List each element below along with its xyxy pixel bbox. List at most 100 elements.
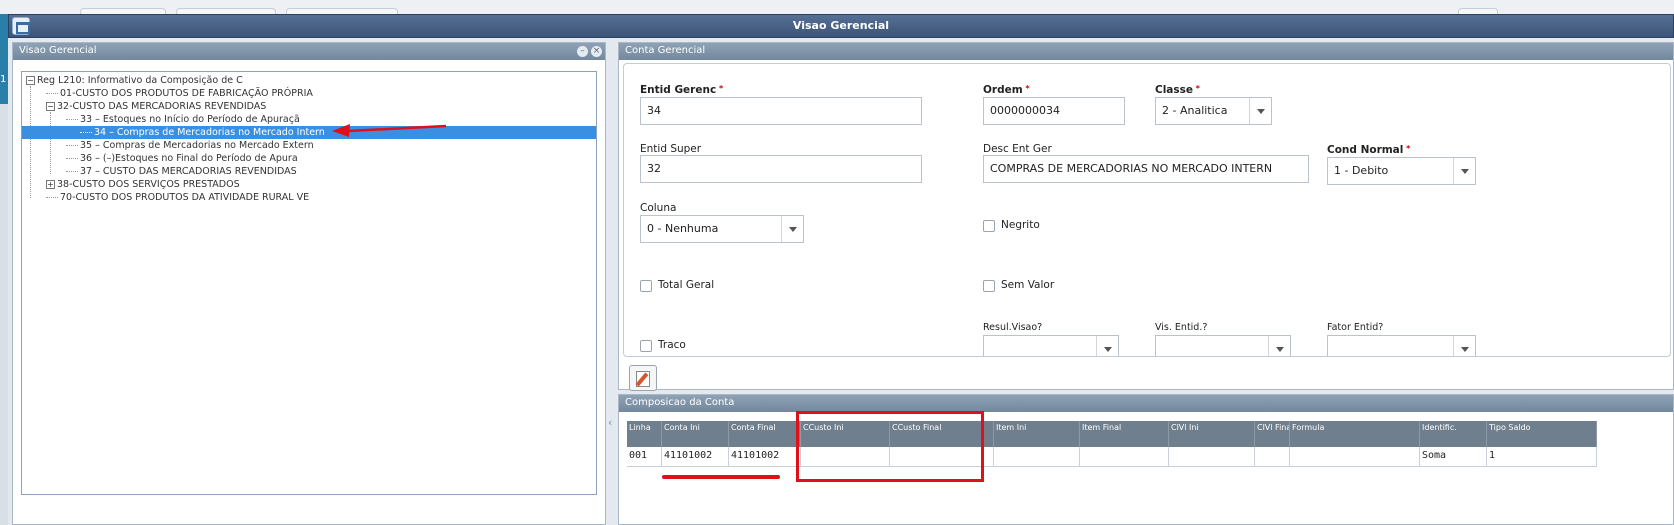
- account-tree: − Reg L210: Informativo da Composição de …: [21, 71, 597, 495]
- chevron-down-icon[interactable]: [1453, 158, 1475, 184]
- annotation-box: [796, 411, 984, 482]
- entid-gerenc-field[interactable]: 34: [640, 97, 922, 125]
- tree-node[interactable]: +38-CUSTO DOS SERVIÇOS PRESTADOS: [46, 178, 240, 191]
- coluna-select[interactable]: 0 - Nenhuma: [640, 215, 804, 243]
- grid-cell[interactable]: [1290, 447, 1420, 467]
- tree-node-label: 38-CUSTO DOS SERVIÇOS PRESTADOS: [57, 179, 240, 190]
- tree-node[interactable]: 34 – Compras de Mercadorias no Mercado I…: [22, 126, 596, 139]
- tree-node-label: 34 – Compras de Mercadorias no Mercado I…: [94, 127, 325, 138]
- checkbox-box[interactable]: [640, 340, 652, 352]
- collapse-handle[interactable]: ‹: [608, 416, 612, 429]
- window-title: Visao Gerencial: [792, 19, 890, 32]
- checkbox-box[interactable]: [640, 280, 652, 292]
- ordem-label: Ordem: [983, 84, 1030, 96]
- classe-select[interactable]: 2 - Analitica: [1155, 97, 1272, 125]
- grid-column-header[interactable]: Item Ini: [994, 421, 1080, 447]
- tree-node[interactable]: 33 – Estoques no Início do Período de Ap…: [66, 113, 300, 126]
- sem-valor-label: Sem Valor: [1001, 279, 1055, 291]
- collapse-icon[interactable]: −: [26, 76, 35, 85]
- chevron-down-icon[interactable]: [781, 216, 803, 242]
- chevron-down-icon[interactable]: [1096, 336, 1118, 356]
- tree-node[interactable]: − Reg L210: Informativo da Composição de …: [26, 74, 243, 87]
- tree-connector: [50, 112, 51, 174]
- window-titlebar: Visao Gerencial: [8, 14, 1674, 38]
- tree-node[interactable]: −32-CUSTO DAS MERCADORIAS REVENDIDAS: [46, 100, 266, 113]
- ordem-field[interactable]: 0000000034: [983, 97, 1125, 125]
- tree-branch-line: [46, 197, 58, 198]
- grid-column-header[interactable]: Linha: [627, 421, 662, 447]
- checkbox-box[interactable]: [983, 280, 995, 292]
- tree-node-label: 35 – Compras de Mercadorias no Mercado E…: [80, 140, 314, 151]
- grid-column-header[interactable]: Conta Ini: [662, 421, 729, 447]
- tree-node[interactable]: 37 – CUSTO DAS MERCADORIAS REVENDIDAS: [66, 165, 297, 178]
- resul-visao-select[interactable]: [983, 335, 1119, 356]
- cond-normal-value: 1 - Debito: [1334, 164, 1389, 177]
- grid-cell[interactable]: [1255, 447, 1290, 467]
- grid-cell[interactable]: 41101002: [662, 447, 729, 467]
- tree-branch-line: [66, 171, 78, 172]
- tree-panel-header: Visao Gerencial – ×: [13, 43, 605, 60]
- edit-icon[interactable]: [629, 365, 657, 391]
- tree-node[interactable]: 01-CUSTO DOS PRODUTOS DE FABRICAÇÃO PRÓP…: [46, 87, 313, 100]
- chevron-down-icon[interactable]: [1453, 336, 1475, 356]
- annotation-arrow: [328, 119, 448, 139]
- tree-node[interactable]: 70-CUSTO DOS PRODUTOS DA ATIVIDADE RURAL…: [46, 191, 309, 204]
- grid-column-header[interactable]: Formula: [1290, 421, 1420, 447]
- grid-cell[interactable]: 41101002: [729, 447, 801, 467]
- tree-node-label: 37 – CUSTO DAS MERCADORIAS REVENDIDAS: [80, 166, 297, 177]
- chevron-down-icon[interactable]: [1268, 336, 1290, 356]
- composition-panel-title: Composicao da Conta: [625, 397, 735, 408]
- grid-column-header[interactable]: Identific.: [1420, 421, 1487, 447]
- cond-normal-select[interactable]: 1 - Debito: [1327, 157, 1476, 185]
- tree-panel-title: Visao Gerencial: [19, 45, 97, 56]
- top-strip: [0, 0, 1674, 16]
- tree-node-label: 33 – Estoques no Início do Período de Ap…: [80, 114, 300, 125]
- checkbox-box[interactable]: [983, 220, 995, 232]
- minimize-icon[interactable]: –: [577, 46, 588, 57]
- tree-connector: [30, 86, 31, 198]
- tree-node-label: 36 – (–)Estoques no Final do Período de …: [80, 153, 298, 164]
- form-panel-title: Conta Gerencial: [625, 45, 706, 56]
- window-body: Visao Gerencial – × − Reg L210: Informati…: [8, 38, 1674, 525]
- fator-entid-select[interactable]: [1327, 335, 1476, 356]
- annotation-underline: [662, 475, 780, 479]
- grid-cell[interactable]: [1080, 447, 1169, 467]
- entid-super-field[interactable]: 32: [640, 155, 922, 183]
- tree-node-label: 32-CUSTO DAS MERCADORIAS REVENDIDAS: [57, 101, 267, 112]
- total-geral-label: Total Geral: [658, 279, 715, 291]
- entid-super-label: Entid Super: [640, 143, 702, 155]
- grid-cell[interactable]: [1169, 447, 1255, 467]
- fator-entid-label: Fator Entid?: [1327, 322, 1384, 333]
- composition-panel-header: Composicao da Conta: [619, 395, 1673, 412]
- grid-cell[interactable]: [994, 447, 1080, 467]
- cond-normal-label: Cond Normal: [1327, 144, 1410, 156]
- grid-cell[interactable]: 1: [1487, 447, 1597, 467]
- tree-node[interactable]: 36 – (–)Estoques no Final do Período de …: [66, 152, 298, 165]
- grid-column-header[interactable]: ClVl Final: [1255, 421, 1290, 447]
- tree-branch-line: [66, 145, 78, 146]
- desc-ent-ger-field[interactable]: COMPRAS DE MERCADORIAS NO MERCADO INTERN: [983, 155, 1309, 183]
- resul-visao-label: Resul.Visao?: [983, 322, 1043, 333]
- grid-cell[interactable]: Soma: [1420, 447, 1487, 467]
- tree-branch-line: [46, 93, 58, 94]
- tree-node-label: Reg L210: Informativo da Composição de C: [37, 75, 243, 86]
- traco-label: Traco: [658, 339, 686, 351]
- tree-node[interactable]: 35 – Compras de Mercadorias no Mercado E…: [66, 139, 314, 152]
- grid-cell[interactable]: 001: [627, 447, 662, 467]
- negrito-label: Negrito: [1001, 219, 1040, 231]
- grid-column-header[interactable]: Conta Final: [729, 421, 801, 447]
- desc-ent-ger-label: Desc Ent Ger: [983, 143, 1052, 155]
- coluna-label: Coluna: [640, 202, 677, 214]
- vis-entid-select[interactable]: [1155, 335, 1291, 356]
- left-edge-tab[interactable]: 1: [0, 14, 8, 104]
- expand-icon[interactable]: +: [46, 180, 55, 189]
- grid-column-header[interactable]: ClVl Ini: [1169, 421, 1255, 447]
- chevron-down-icon[interactable]: [1249, 98, 1271, 124]
- entid-gerenc-label: Entid Gerenc: [640, 84, 723, 96]
- composition-panel: Composicao da Conta Linha 001 Conta Ini 411…: [618, 394, 1674, 525]
- close-icon[interactable]: ×: [591, 46, 602, 57]
- left-edge-text: 1: [0, 74, 7, 85]
- collapse-icon[interactable]: −: [46, 102, 55, 111]
- grid-column-header[interactable]: Item Final: [1080, 421, 1169, 447]
- grid-column-header[interactable]: Tipo Saldo: [1487, 421, 1597, 447]
